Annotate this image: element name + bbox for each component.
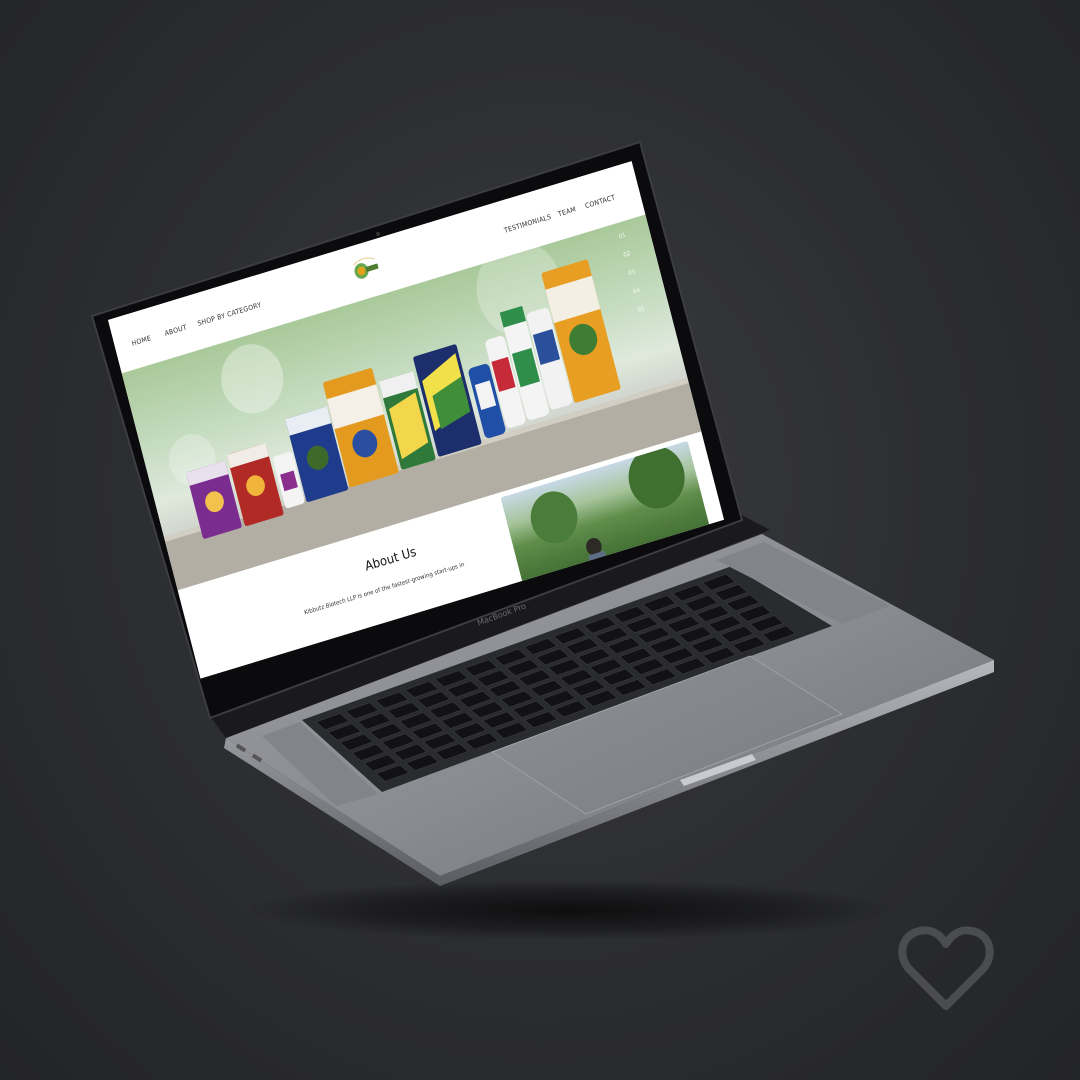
nav-shop-by-category[interactable]: SHOP BY CATEGORY: [197, 301, 262, 328]
nav-team[interactable]: TEAM: [557, 205, 577, 218]
nav-contact[interactable]: CONTACT: [584, 193, 616, 210]
kibbutz-logo-icon[interactable]: [349, 251, 383, 288]
nav-about[interactable]: ABOUT: [164, 323, 188, 337]
mockup-scene: HOME ABOUT SHOP BY CATEGORY TESTIMONIALS…: [0, 0, 1080, 1080]
nav-home[interactable]: HOME: [131, 334, 152, 347]
about-title: About Us: [363, 543, 418, 575]
nav-testimonials[interactable]: TESTIMONIALS: [503, 213, 552, 235]
heart-icon[interactable]: [896, 922, 996, 1014]
